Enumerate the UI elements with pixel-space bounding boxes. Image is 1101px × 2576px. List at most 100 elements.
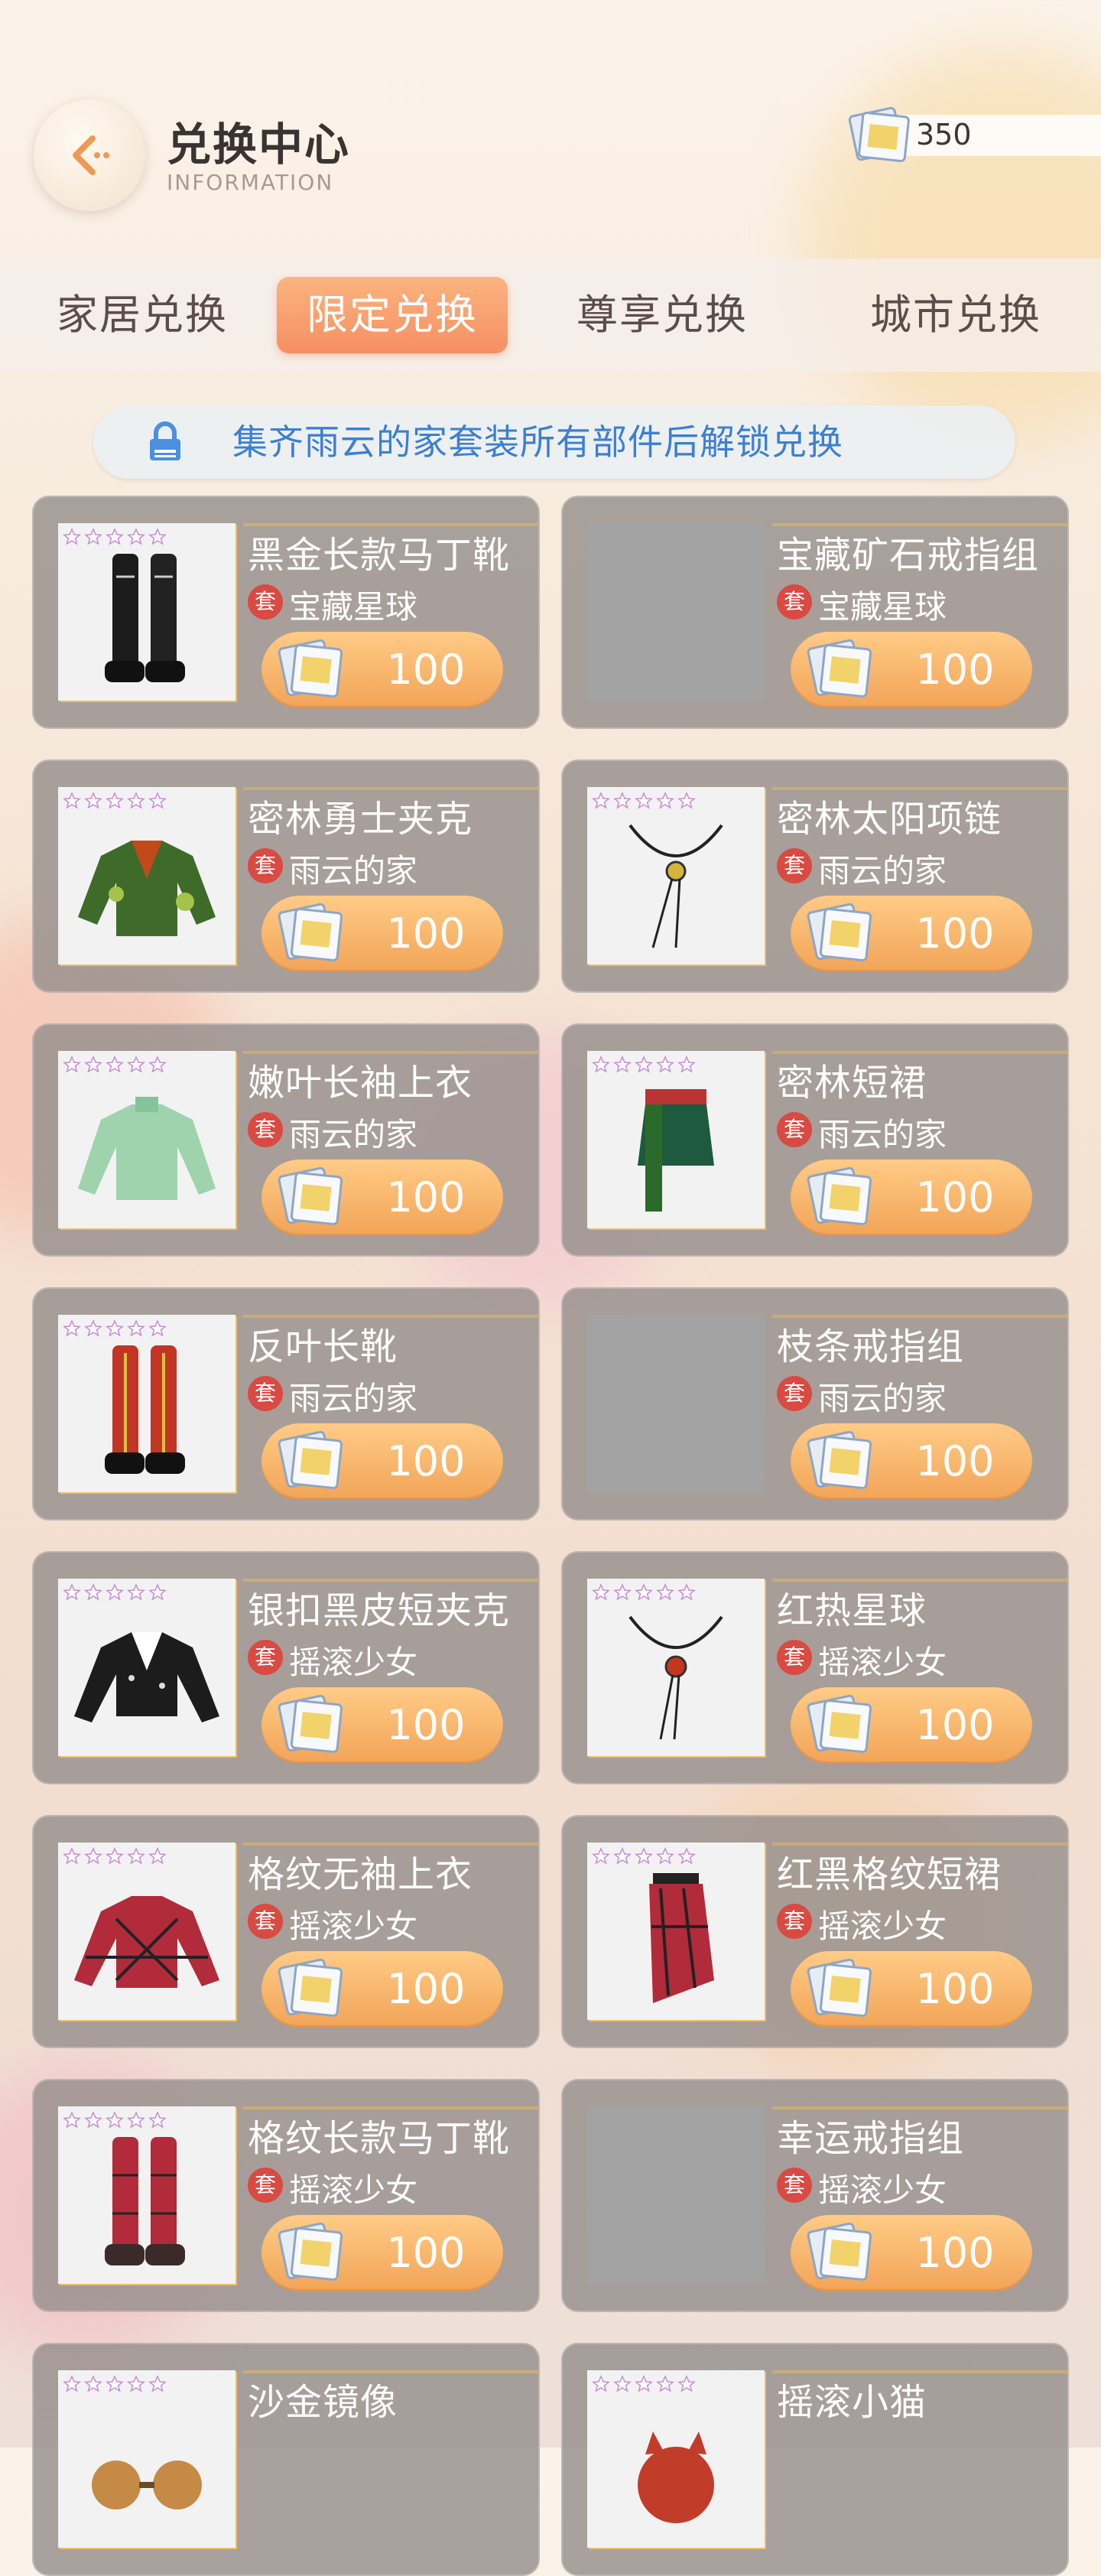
item-card[interactable]: 摇滚小猫 <box>561 2343 1069 2576</box>
rarity-stars <box>63 1055 167 1075</box>
lock-icon <box>150 421 180 460</box>
item-card[interactable]: 宝藏矿石戒指组套宝藏星球 100 <box>561 496 1069 729</box>
rarity-star-icon <box>148 1583 167 1602</box>
set-badge: 套 <box>777 584 812 620</box>
exchange-price-button[interactable]: 100 <box>261 1423 503 1500</box>
price-value: 100 <box>915 646 995 694</box>
exchange-price-button[interactable]: 100 <box>791 1423 1032 1500</box>
set-badge: 套 <box>248 1640 283 1675</box>
price-value: 100 <box>915 1173 995 1221</box>
tab-home-exchange[interactable]: 家居兑换 <box>28 277 257 353</box>
tab-premium-exchange[interactable]: 尊享兑换 <box>547 277 777 353</box>
rarity-star-icon <box>635 1583 653 1602</box>
boots-plaid-icon <box>105 2137 185 2265</box>
rarity-star-icon <box>127 1055 145 1074</box>
item-name: 密林短裙 <box>777 1062 927 1104</box>
item-card[interactable]: 红热星球套摇滚少女 100 <box>561 1551 1069 1784</box>
item-set-name: 宝藏星球 <box>289 588 418 626</box>
set-badge: 套 <box>248 2168 283 2203</box>
ticket-icon <box>278 1166 343 1225</box>
boots-black-icon <box>105 554 185 682</box>
item-name: 枝条戒指组 <box>777 1325 965 1368</box>
item-card[interactable]: 密林勇士夹克套雨云的家 100 <box>32 759 540 993</box>
rarity-star-icon <box>84 2111 102 2129</box>
item-thumbnail <box>58 2370 235 2548</box>
rarity-star-icon <box>106 792 124 810</box>
rarity-star-icon <box>635 1847 653 1865</box>
item-card[interactable]: 红黑格纹短裙套摇滚少女 100 <box>561 1815 1069 2048</box>
rarity-star-icon <box>63 1319 81 1338</box>
item-set-name: 摇滚少女 <box>289 2171 418 2209</box>
price-value: 100 <box>386 1701 466 1749</box>
exchange-price-button[interactable]: 100 <box>261 632 503 708</box>
item-card[interactable]: 幸运戒指组套摇滚少女 100 <box>561 2079 1069 2312</box>
item-set-name: 雨云的家 <box>289 852 418 890</box>
item-card[interactable]: 格纹长款马丁靴套摇滚少女 100 <box>32 2079 540 2312</box>
rarity-star-icon <box>148 792 167 810</box>
item-card[interactable]: 枝条戒指组套雨云的家 100 <box>561 1287 1069 1521</box>
item-set-name: 雨云的家 <box>289 1380 418 1417</box>
item-card[interactable]: 格纹无袖上衣套摇滚少女 100 <box>32 1815 540 2048</box>
set-badge: 套 <box>777 848 812 883</box>
exchange-price-button[interactable]: 100 <box>791 632 1032 708</box>
rarity-star-icon <box>677 1583 696 1602</box>
rarity-stars <box>592 792 696 812</box>
item-thumbnail <box>58 523 235 701</box>
exchange-price-button[interactable]: 100 <box>261 1951 503 2028</box>
item-card[interactable]: 沙金镜像 <box>32 2343 540 2576</box>
rarity-star-icon <box>148 2111 167 2129</box>
rarity-star-icon <box>592 2375 610 2393</box>
rarity-star-icon <box>656 1055 674 1074</box>
rarity-star-icon <box>84 1319 102 1338</box>
rarity-star-icon <box>656 792 674 810</box>
rarity-star-icon <box>63 1847 81 1865</box>
price-value: 100 <box>386 646 466 694</box>
exchange-price-button[interactable]: 100 <box>261 1160 503 1236</box>
rarity-star-icon <box>656 2375 674 2393</box>
ticket-icon <box>807 1694 872 1753</box>
exchange-price-button[interactable]: 100 <box>791 1951 1032 2028</box>
back-button[interactable] <box>34 99 145 211</box>
header: 兑换中心 INFORMATION 350 <box>0 0 1101 252</box>
rarity-stars <box>63 1583 167 1603</box>
item-card[interactable]: 银扣黑皮短夹克套摇滚少女 100 <box>32 1551 540 1784</box>
rarity-star-icon <box>148 1055 167 1074</box>
exchange-price-button[interactable]: 100 <box>791 1687 1032 1764</box>
rarity-star-icon <box>592 1055 610 1074</box>
item-name: 嫩叶长袖上衣 <box>248 1062 473 1104</box>
item-name: 格纹无袖上衣 <box>248 1853 473 1896</box>
rarity-star-icon <box>106 528 124 546</box>
item-card[interactable]: 嫩叶长袖上衣套雨云的家 100 <box>32 1023 540 1257</box>
item-set-name: 雨云的家 <box>818 1380 947 1417</box>
price-value: 100 <box>915 1437 995 1485</box>
ticket-icon <box>848 106 910 162</box>
item-thumbnail <box>587 787 765 964</box>
item-set-name: 摇滚少女 <box>289 1908 418 1945</box>
currency-value: 350 <box>916 118 972 151</box>
exchange-price-button[interactable]: 100 <box>261 1687 503 1764</box>
exchange-price-button[interactable]: 100 <box>261 2215 503 2291</box>
tab-limited-exchange[interactable]: 限定兑换 <box>277 277 508 353</box>
rarity-star-icon <box>148 2375 167 2393</box>
item-card[interactable]: 密林太阳项链套雨云的家 100 <box>561 759 1069 993</box>
price-value: 100 <box>386 2229 466 2277</box>
tab-bar: 家居兑换 限定兑换 尊享兑换 城市兑换 <box>0 259 1101 372</box>
price-value: 100 <box>915 1701 995 1749</box>
item-name: 红黑格纹短裙 <box>777 1853 1002 1896</box>
item-card[interactable]: 反叶长靴套雨云的家 100 <box>32 1287 540 1521</box>
rarity-star-icon <box>106 1055 124 1074</box>
rarity-star-icon <box>148 528 167 546</box>
item-card[interactable]: 密林短裙套雨云的家 100 <box>561 1023 1069 1257</box>
item-card[interactable]: 黑金长款马丁靴套宝藏星球 100 <box>32 496 540 729</box>
item-thumbnail-placeholder <box>587 2106 765 2284</box>
page-title: 兑换中心 <box>167 119 351 171</box>
tab-city-exchange[interactable]: 城市兑换 <box>841 277 1070 353</box>
exchange-price-button[interactable]: 100 <box>791 896 1032 972</box>
exchange-price-button[interactable]: 100 <box>261 896 503 972</box>
notice-text: 集齐雨云的家套装所有部件后解锁兑换 <box>232 421 843 463</box>
rarity-star-icon <box>677 792 696 810</box>
item-thumbnail <box>587 1579 765 1756</box>
rarity-star-icon <box>127 1847 145 1865</box>
exchange-price-button[interactable]: 100 <box>791 1160 1032 1236</box>
exchange-price-button[interactable]: 100 <box>791 2215 1032 2291</box>
